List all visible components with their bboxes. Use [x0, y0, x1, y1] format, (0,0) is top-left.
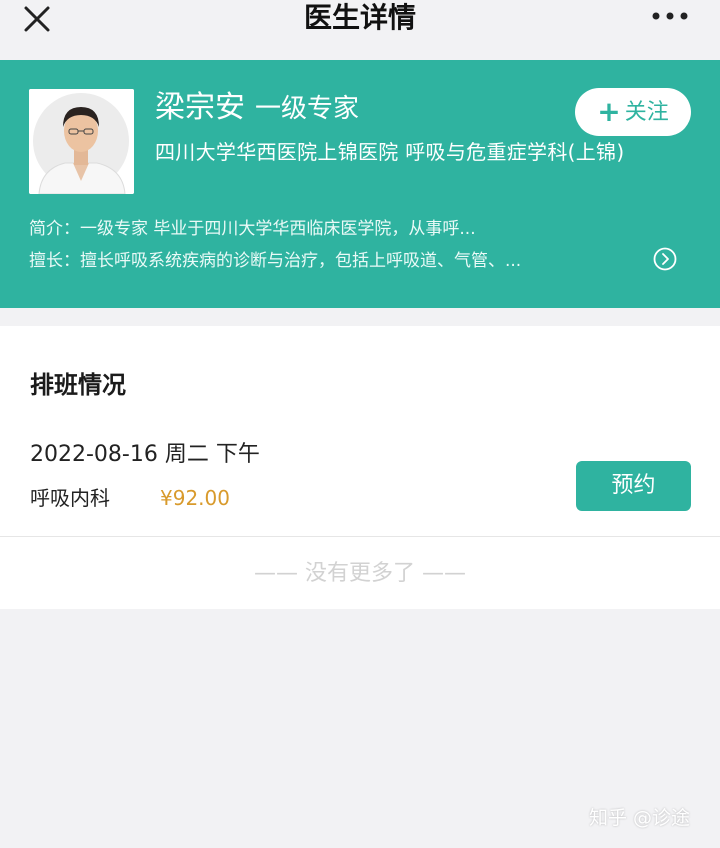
schedule-section: 排班情况 2022-08-16 周二 下午 呼吸内科 ¥92.00 预约 —— … — [0, 326, 720, 609]
more-icon[interactable] — [650, 10, 690, 22]
schedule-title: 排班情况 — [30, 371, 126, 399]
doctor-rank: 一级专家 — [255, 94, 360, 124]
follow-button[interactable]: + 关注 — [575, 88, 691, 136]
doctor-header: 梁宗安 一级专家 + 关注 四川大学华西医院上锦医院 呼吸与危重症学科(上锦) 简介… — [0, 60, 720, 308]
chevron-right-circle-icon[interactable] — [653, 247, 677, 271]
slot-price: ¥92.00 — [160, 486, 230, 510]
nav-bar: 医生详情 — [0, 0, 720, 58]
book-button[interactable]: 预约 — [576, 461, 691, 511]
follow-label: 关注 — [624, 100, 669, 125]
plus-icon: + — [597, 95, 621, 128]
doctor-intro: 简介：一级专家 毕业于四川大学华西临床医学院，从事呼... — [29, 219, 476, 239]
hospital-department: 四川大学华西医院上锦医院 呼吸与危重症学科(上锦) — [155, 140, 625, 164]
divider — [0, 536, 720, 537]
page-title: 医生详情 — [303, 1, 416, 34]
watermark: 知乎 @诊途 — [589, 807, 691, 829]
no-more-text: —— 没有更多了 —— — [254, 561, 466, 586]
slot-department: 呼吸内科 — [30, 486, 110, 510]
doctor-name-line: 梁宗安 一级专家 — [155, 88, 359, 129]
doctor-name: 梁宗安 — [155, 90, 245, 125]
slot-date: 2022-08-16 周二 下午 — [30, 442, 260, 467]
doctor-avatar — [29, 89, 134, 194]
doctor-skill: 擅长：擅长呼吸系统疾病的诊断与治疗，包括上呼吸道、气管、... — [29, 251, 522, 271]
